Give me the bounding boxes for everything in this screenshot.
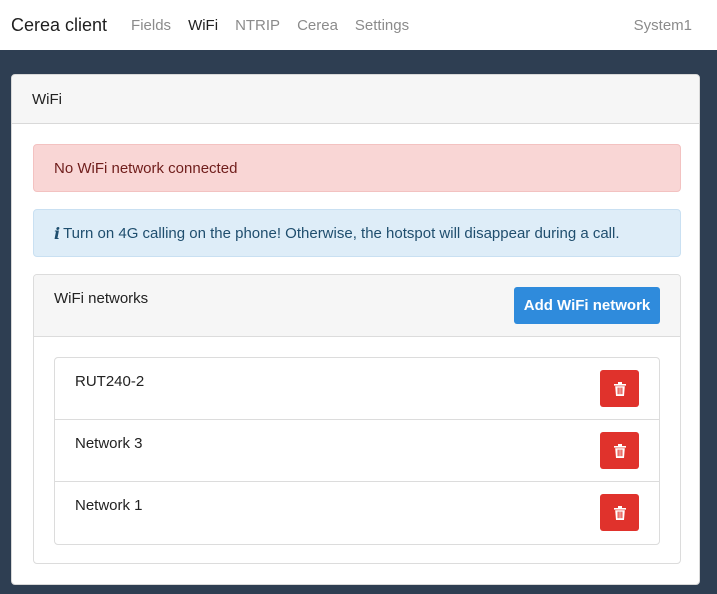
nav-link-ntrip[interactable]: NTRIP <box>235 17 280 34</box>
alert-info-text: Turn on 4G calling on the phone! Otherwi… <box>63 224 620 242</box>
top-navbar: Cerea client Fields WiFi NTRIP Cerea Set… <box>0 0 717 50</box>
list-item: Network 3 <box>55 420 659 482</box>
nav-link-fields[interactable]: Fields <box>131 17 171 34</box>
delete-network-button[interactable] <box>600 432 639 469</box>
no-wifi-alert: No WiFi network connected <box>33 144 681 192</box>
nav-link-cerea[interactable]: Cerea <box>297 17 338 34</box>
wifi-networks-panel: WiFi networks Add WiFi network RUT240-2 <box>33 274 681 564</box>
nav-link-wifi[interactable]: WiFi <box>188 17 218 34</box>
list-item: RUT240-2 <box>55 358 659 420</box>
trash-icon <box>613 443 626 458</box>
wifi-networks-title: WiFi networks <box>54 290 149 307</box>
network-name: Network 3 <box>75 435 143 452</box>
info-icon: i <box>54 223 61 243</box>
system-name[interactable]: System1 <box>634 0 692 50</box>
nav-link-settings[interactable]: Settings <box>355 17 409 34</box>
trash-icon <box>613 381 626 396</box>
network-name: RUT240-2 <box>75 373 145 390</box>
network-name: Network 1 <box>75 497 143 514</box>
add-wifi-network-button[interactable]: Add WiFi network <box>514 287 660 324</box>
wifi-card: WiFi No WiFi network connected i Turn on… <box>11 74 700 585</box>
card-title: WiFi <box>32 90 62 108</box>
alert-danger-text: No WiFi network connected <box>54 159 238 177</box>
list-item: Network 1 <box>55 482 659 544</box>
info-alert: i Turn on 4G calling on the phone! Other… <box>33 209 681 257</box>
delete-network-button[interactable] <box>600 494 639 531</box>
delete-network-button[interactable] <box>600 370 639 407</box>
trash-icon <box>613 505 626 520</box>
wifi-networks-header: WiFi networks Add WiFi network <box>34 275 680 337</box>
wifi-network-list: RUT240-2 Network 3 Network 1 <box>54 357 660 545</box>
card-header: WiFi <box>12 75 699 124</box>
brand-title[interactable]: Cerea client <box>11 15 107 36</box>
